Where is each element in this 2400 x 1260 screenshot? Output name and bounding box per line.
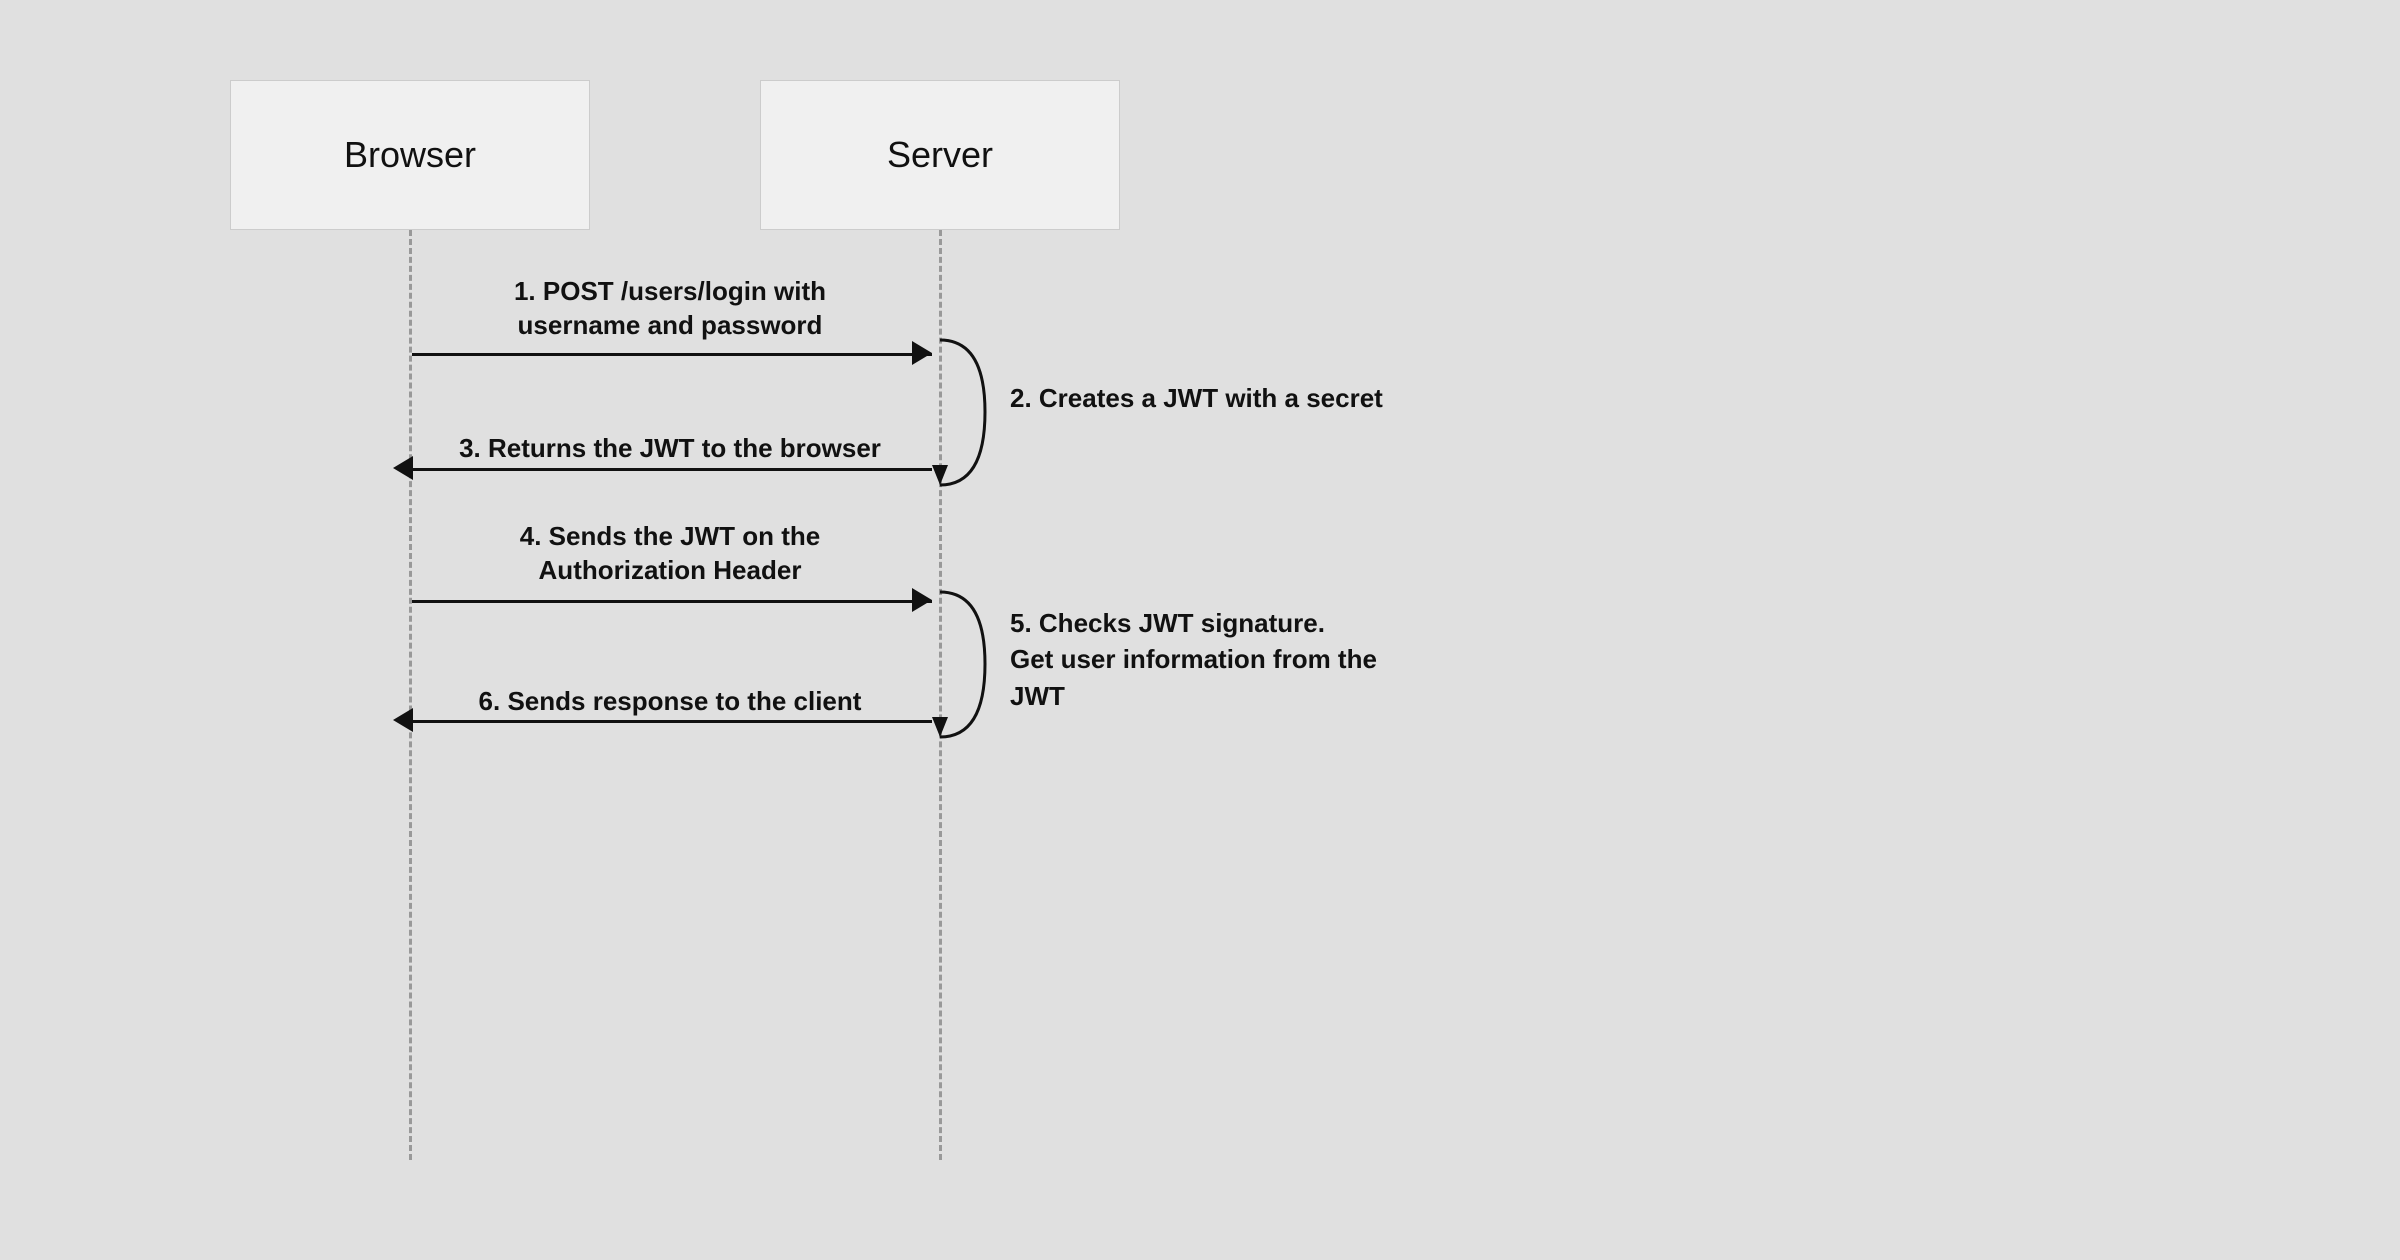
arrow4-arrowhead	[912, 588, 932, 612]
diagram-container: Browser Server 1. POST /users/login with…	[0, 0, 2400, 1260]
curve2	[930, 582, 990, 747]
browser-label: Browser	[344, 134, 476, 176]
arrow1-line	[412, 353, 932, 356]
arrow6-arrowhead	[393, 708, 413, 732]
arrow1-label: 1. POST /users/login withusername and pa…	[420, 275, 920, 343]
arrow3-label: 3. Returns the JWT to the browser	[420, 432, 920, 466]
server-actor-box: Server	[760, 80, 1120, 230]
step2-label: 2. Creates a JWT with a secret	[1010, 380, 1383, 416]
step5-label: 5. Checks JWT signature.Get user informa…	[1010, 605, 1430, 714]
arrow4-line	[412, 600, 932, 603]
arrow4-label: 4. Sends the JWT on theAuthorization Hea…	[420, 520, 920, 588]
arrow6-label: 6. Sends response to the client	[420, 685, 920, 719]
arrow6-line	[412, 720, 932, 723]
arrow1-arrowhead	[912, 341, 932, 365]
arrow3-arrowhead	[393, 456, 413, 480]
browser-lifeline	[409, 230, 412, 1160]
browser-actor-box: Browser	[230, 80, 590, 230]
curve1	[930, 330, 990, 495]
server-label: Server	[887, 134, 993, 176]
arrow3-line	[412, 468, 932, 471]
